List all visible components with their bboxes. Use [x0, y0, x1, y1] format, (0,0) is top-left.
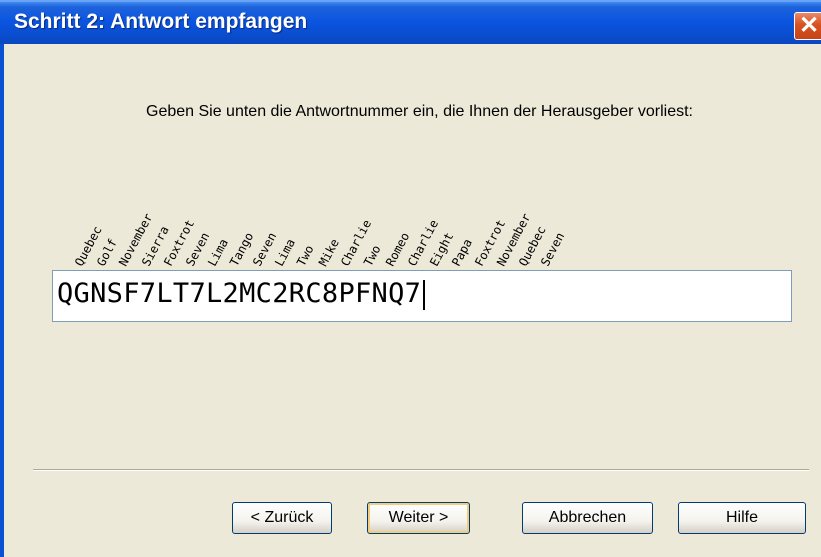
text-caret: [423, 279, 426, 310]
answer-input[interactable]: QGNSF7LT7L2MC2RC8PFNQ7: [52, 270, 792, 322]
cancel-button[interactable]: Abbrechen: [522, 502, 653, 534]
answer-value: QGNSF7LT7L2MC2RC8PFNQ7: [57, 278, 426, 310]
phonetic-word: Mike: [316, 236, 343, 269]
phonetic-spelling: Quebec Golf November Sierra Foxtrot Seven Lima…: [0, 0, 821, 269]
back-button[interactable]: < Zurück: [232, 502, 332, 534]
phonetic-word: Two: [360, 242, 384, 269]
next-button[interactable]: Weiter >: [367, 502, 470, 534]
separator: [33, 469, 809, 471]
phonetic-word: Two: [294, 242, 317, 269]
help-button[interactable]: Hilfe: [678, 502, 806, 534]
